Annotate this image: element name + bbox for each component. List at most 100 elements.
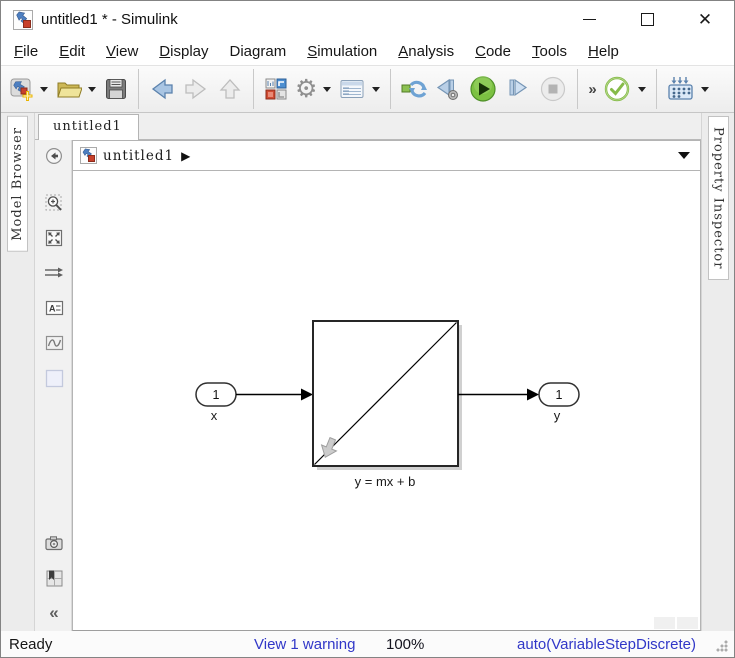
menu-display[interactable]: Display	[159, 43, 208, 60]
new-model-button[interactable]	[5, 69, 37, 109]
save-button[interactable]	[100, 69, 132, 109]
model-canvas[interactable]: 1 x y = mx + b 1 y	[72, 171, 701, 631]
editor-content: untitled1 ▶ 1 x y = mx + b 1 y	[72, 140, 701, 631]
solver-link[interactable]: auto(VariableStepDiscrete)	[517, 636, 696, 653]
model-browser-tab[interactable]: Model Browser	[7, 116, 28, 252]
statusbar: Ready View 1 warning 100% auto(VariableS…	[1, 631, 734, 657]
resize-grip-icon[interactable]	[716, 640, 728, 652]
route-signals-button[interactable]	[44, 263, 64, 283]
up-to-parent-button[interactable]	[213, 69, 247, 109]
gear-icon: ⚙	[295, 74, 318, 103]
menu-diagram[interactable]: Diagram	[230, 43, 287, 60]
horizontal-scrollbar[interactable]	[654, 617, 698, 629]
signal-line-in[interactable]	[236, 388, 313, 401]
close-icon: ✕	[697, 10, 713, 29]
status-text: Ready	[9, 635, 53, 653]
annotation-button[interactable]: A	[44, 298, 64, 318]
menu-edit[interactable]: Edit	[59, 43, 85, 60]
tool-palette: A «	[35, 140, 72, 631]
toolbar-separator	[577, 69, 579, 109]
step-forward-button[interactable]	[501, 69, 535, 109]
step-forward-icon	[509, 78, 528, 97]
run-button[interactable]	[465, 69, 501, 109]
update-model-button[interactable]	[397, 69, 431, 109]
toolbar: ⚙ »	[1, 65, 734, 113]
simulink-window: untitled1 * - Simulink ✕ File Edit View Dis…	[0, 0, 735, 658]
data-inspector-dropdown[interactable]	[700, 86, 709, 92]
menu-code[interactable]: Code	[475, 43, 511, 60]
camera-icon	[45, 536, 63, 551]
center-column: untitled1 A « untitled1 ▶ 1 x y = mx + b…	[35, 113, 701, 631]
signal-lines-icon	[45, 267, 63, 278]
inport-block[interactable]: 1 x	[195, 382, 237, 423]
property-inspector-tab[interactable]: Property Inspector	[707, 116, 729, 281]
stop-button[interactable]	[535, 69, 571, 109]
toolbar-separator	[138, 69, 139, 109]
block-diagram: 1 x y = mx + b 1 y	[195, 320, 580, 489]
screenshot-button[interactable]	[44, 533, 64, 553]
warning-link[interactable]: View 1 warning	[254, 636, 355, 653]
menu-file[interactable]: File	[14, 43, 38, 60]
close-button[interactable]: ✕	[676, 1, 734, 38]
back-to-parent-button[interactable]	[44, 146, 64, 166]
forward-button[interactable]	[179, 69, 213, 109]
document-tabbar: untitled1	[35, 113, 701, 140]
toolbar-separator	[655, 69, 657, 109]
minimize-icon	[582, 19, 596, 20]
menu-analysis[interactable]: Analysis	[398, 43, 454, 60]
data-inspector-button[interactable]	[663, 69, 698, 109]
save-icon	[106, 79, 126, 99]
add-viewer-button[interactable]	[44, 568, 64, 588]
open-dropdown[interactable]	[88, 86, 96, 92]
library-browser-button[interactable]	[260, 69, 292, 109]
model-advisor-button[interactable]	[600, 69, 635, 109]
back-button[interactable]	[145, 69, 179, 109]
tab-untitled1[interactable]: untitled1	[38, 114, 139, 140]
maximize-icon	[640, 13, 654, 26]
viewer-button[interactable]	[44, 333, 64, 353]
fit-to-view-button[interactable]	[44, 228, 64, 248]
outport-label: y	[554, 408, 561, 423]
zoom-in-icon	[45, 194, 62, 211]
new-model-icon	[10, 78, 33, 101]
linear-block[interactable]: y = mx + b	[312, 320, 462, 489]
bookmark-panel-icon	[46, 570, 62, 586]
fit-to-view-icon	[45, 229, 63, 247]
breadcrumb-dropdown[interactable]	[678, 152, 690, 159]
forward-arrow-icon	[185, 78, 207, 100]
zoom-level: 100%	[386, 635, 425, 653]
collapse-chevrons-icon: «	[49, 602, 59, 622]
toolbar-overflow-button[interactable]: »	[584, 81, 599, 98]
zoom-in-button[interactable]	[44, 193, 64, 213]
run-icon	[470, 76, 497, 102]
signal-line-out[interactable]	[458, 388, 539, 401]
menu-view[interactable]: View	[106, 43, 138, 60]
model-settings-button[interactable]: ⚙	[292, 69, 320, 109]
breadcrumb-chevron-icon: ▶	[181, 148, 191, 163]
model-settings-dropdown[interactable]	[323, 86, 332, 92]
menu-simulation[interactable]: Simulation	[307, 43, 377, 60]
svg-text:A: A	[49, 304, 56, 314]
step-back-button[interactable]	[431, 69, 465, 109]
maximize-button[interactable]	[618, 1, 676, 38]
outport-block[interactable]: 1 y	[538, 382, 580, 423]
main-area: Model Browser untitled1 A « untitled1 ▶ …	[1, 113, 734, 631]
new-model-dropdown[interactable]	[40, 86, 48, 92]
open-button[interactable]	[52, 69, 85, 109]
annotation-icon: A	[45, 300, 63, 316]
stop-icon	[541, 76, 566, 102]
breadcrumb[interactable]: untitled1 ▶	[72, 140, 701, 171]
minimize-button[interactable]	[560, 1, 618, 38]
model-data-editor-button[interactable]	[335, 69, 369, 109]
breadcrumb-model-name[interactable]: untitled1	[103, 148, 174, 164]
simulink-app-icon	[13, 9, 33, 30]
menu-tools[interactable]: Tools	[532, 43, 567, 60]
area-button[interactable]	[44, 368, 64, 388]
data-table-icon	[340, 80, 364, 98]
menu-help[interactable]: Help	[588, 43, 619, 60]
hide-palette-button[interactable]: «	[44, 602, 64, 622]
model-advisor-dropdown[interactable]	[637, 86, 646, 92]
window-title: untitled1 * - Simulink	[41, 11, 178, 28]
menubar: File Edit View Display Diagram Simulation Anal…	[1, 38, 734, 65]
model-data-editor-dropdown[interactable]	[372, 86, 381, 92]
